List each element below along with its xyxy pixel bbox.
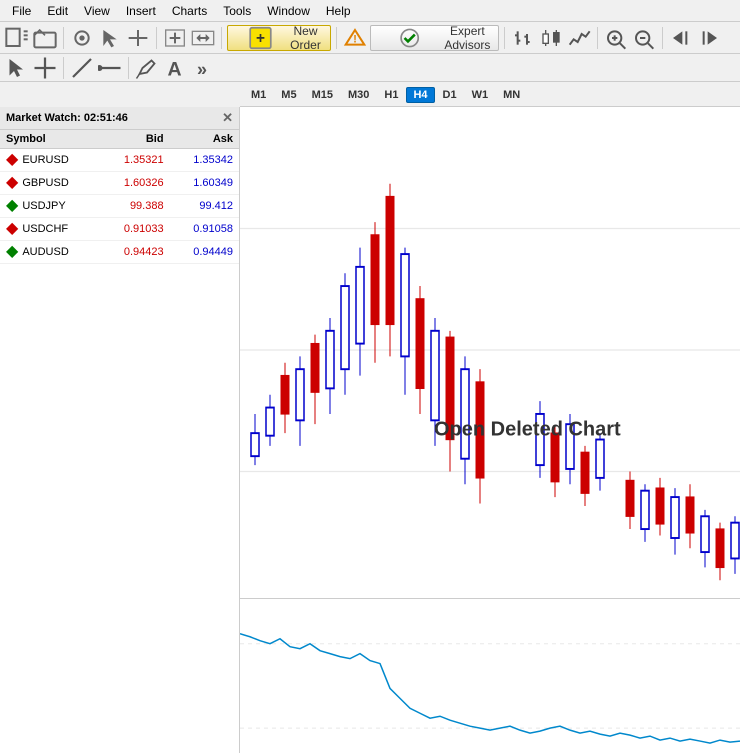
menu-charts[interactable]: Charts [164,2,215,20]
col-bid: Bid [100,130,169,149]
bid-cell: 99.388 [100,195,169,218]
scroll-btn[interactable] [190,25,216,51]
ask-cell: 0.91058 [170,218,239,241]
tf-m15[interactable]: M15 [305,87,340,103]
menu-window[interactable]: Window [259,2,318,20]
market-watch-row[interactable]: ◆ EURUSD 1.35321 1.35342 [0,149,239,172]
expert-advisors-label: Expert Advisors [444,24,490,52]
separator5 [504,27,505,49]
text-btn[interactable]: A [162,55,188,81]
separator7 [662,27,663,49]
menu-bar: File Edit View Insert Charts Tools Windo… [0,0,740,22]
line-chart-btn[interactable] [566,25,592,51]
svg-text:»: » [197,59,207,79]
bid-cell: 1.35321 [100,149,169,172]
tf-w1[interactable]: W1 [465,87,496,103]
open-btn[interactable] [32,25,58,51]
separator3 [221,27,222,49]
market-watch-header: Market Watch: 02:51:46 ✕ [0,107,239,130]
separator-draw1 [63,57,64,79]
market-watch-row[interactable]: ◆ USDJPY 99.388 99.412 [0,195,239,218]
timeframe-bar: M1 M5 M15 M30 H1 H4 D1 W1 MN [240,83,740,107]
col-ask: Ask [170,130,239,149]
market-watch-row[interactable]: ◆ USDCHF 0.91033 0.91058 [0,218,239,241]
tf-d1[interactable]: D1 [436,87,464,103]
menu-view[interactable]: View [76,2,118,20]
candlestick-chart[interactable] [240,107,740,593]
tf-m1[interactable]: M1 [244,87,273,103]
pen-btn[interactable] [134,55,160,81]
bar-chart-btn[interactable] [510,25,536,51]
separator2 [156,27,157,49]
zoom-out-btn[interactable] [631,25,657,51]
expert-properties-btn[interactable] [69,25,95,51]
market-watch-title: Market Watch: 02:51:46 [6,112,128,124]
symbol-cell: ◆ EURUSD [0,149,100,172]
market-watch-row[interactable]: ◆ AUDUSD 0.94423 0.94449 [0,241,239,264]
svg-text:A: A [168,58,182,80]
bid-cell: 0.94423 [100,241,169,264]
separator1 [63,27,64,49]
new-chart-btn[interactable] [4,25,30,51]
col-symbol: Symbol [0,130,100,149]
candle-chart-btn[interactable] [538,25,564,51]
tf-h4[interactable]: H4 [406,87,434,103]
symbol-cell: ◆ GBPUSD [0,172,100,195]
tf-m30[interactable]: M30 [341,87,376,103]
crosshair2-btn[interactable] [32,55,58,81]
separator4 [336,27,337,49]
market-watch-table: Symbol Bid Ask ◆ EURUSD 1.35321 1.35342 … [0,130,239,264]
alert-btn[interactable]: ! [342,25,368,51]
market-watch-close[interactable]: ✕ [222,110,233,126]
ask-cell: 99.412 [170,195,239,218]
symbol-cell: ◆ AUDUSD [0,241,100,264]
tf-mn[interactable]: MN [496,87,527,103]
chart-area: Open Deleted Chart [240,107,740,753]
market-watch-panel: Market Watch: 02:51:46 ✕ Symbol Bid Ask … [0,107,240,753]
toolbar-drawing: A » [0,54,740,82]
ask-cell: 1.35342 [170,149,239,172]
symbol-cell: ◆ USDJPY [0,195,100,218]
bid-cell: 1.60326 [100,172,169,195]
ask-cell: 0.94449 [170,241,239,264]
pointer-btn[interactable] [4,55,30,81]
crosshair-btn[interactable] [125,25,151,51]
cursor-btn[interactable] [97,25,123,51]
zoom-in-chart-btn[interactable] [162,25,188,51]
toolbar-main: + New Order ! Expert Advisors [0,22,740,54]
tf-h1[interactable]: H1 [377,87,405,103]
new-order-label: New Order [289,24,322,52]
svg-text:+: + [256,30,265,47]
menu-edit[interactable]: Edit [39,2,76,20]
zoom-in-btn[interactable] [603,25,629,51]
line-tool-btn[interactable] [69,55,95,81]
menu-file[interactable]: File [4,2,39,20]
svg-text:!: ! [353,33,357,45]
symbol-cell: ◆ USDCHF [0,218,100,241]
expert-advisors-btn[interactable]: Expert Advisors [370,25,499,51]
menu-tools[interactable]: Tools [215,2,259,20]
expand-tools-btn[interactable]: » [190,55,216,81]
market-watch-row[interactable]: ◆ GBPUSD 1.60326 1.60349 [0,172,239,195]
scroll-left-btn[interactable] [668,25,694,51]
separator-draw2 [128,57,129,79]
indicator-chart [240,598,740,753]
tf-m5[interactable]: M5 [274,87,303,103]
bid-cell: 0.91033 [100,218,169,241]
main-area: Market Watch: 02:51:46 ✕ Symbol Bid Ask … [0,107,740,753]
scroll-right-btn[interactable] [696,25,722,51]
separator6 [597,27,598,49]
menu-insert[interactable]: Insert [118,2,164,20]
ask-cell: 1.60349 [170,172,239,195]
hline-btn[interactable] [97,55,123,81]
new-order-btn[interactable]: + New Order [227,25,331,51]
menu-help[interactable]: Help [318,2,359,20]
